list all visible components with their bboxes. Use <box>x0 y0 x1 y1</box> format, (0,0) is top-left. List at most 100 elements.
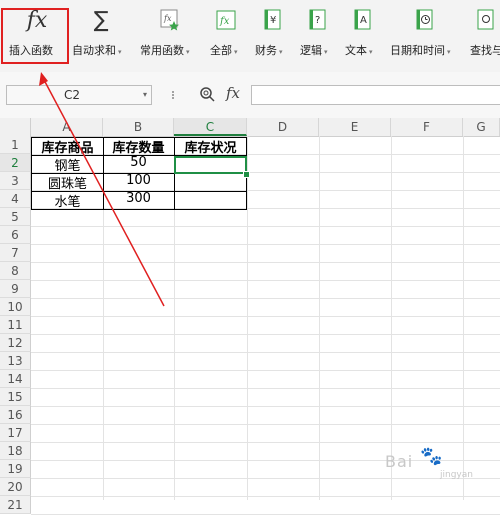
row-header-13[interactable]: 13 <box>0 352 31 370</box>
row-header-5[interactable]: 5 <box>0 208 31 226</box>
cell-a3[interactable]: 圆珠笔 <box>32 173 103 191</box>
grid-row-line <box>31 442 500 443</box>
column-header-c[interactable]: C <box>174 118 247 136</box>
datetime-button[interactable]: 日期和时间 ▾ <box>390 6 460 66</box>
row-header-15[interactable]: 15 <box>0 388 31 406</box>
grid-row-line <box>31 280 500 281</box>
formula-bar: C2 ▾ fx <box>0 72 500 118</box>
row-header-17[interactable]: 17 <box>0 424 31 442</box>
chevron-down-icon[interactable]: ▾ <box>143 86 147 104</box>
a-book-icon: A <box>350 8 374 32</box>
cell-b2[interactable]: 50 <box>103 155 174 173</box>
row-header-14[interactable]: 14 <box>0 370 31 388</box>
yen-book-icon: ¥ <box>260 8 284 32</box>
row-header-2[interactable]: 2 <box>0 154 31 172</box>
column-header-e[interactable]: E <box>319 118 391 136</box>
logic-label: 逻辑 <box>300 44 322 57</box>
logic-button[interactable]: ? 逻辑 ▾ <box>300 6 340 66</box>
svg-text:fx: fx <box>219 16 230 27</box>
svg-text:A: A <box>360 15 367 26</box>
chevron-down-icon: ▾ <box>324 48 328 56</box>
row-header-20[interactable]: 20 <box>0 478 31 496</box>
cell-a4[interactable]: 水笔 <box>32 191 103 209</box>
row-header-4[interactable]: 4 <box>0 190 31 208</box>
column-header-a[interactable]: A <box>31 118 103 136</box>
grid-row-line <box>31 370 500 371</box>
chevron-down-icon: ▾ <box>234 48 238 56</box>
row-header-8[interactable]: 8 <box>0 262 31 280</box>
grid-row-line <box>31 334 500 335</box>
cell-a1[interactable]: 库存商品 <box>32 137 103 155</box>
row-header-7[interactable]: 7 <box>0 244 31 262</box>
svg-text:?: ? <box>315 15 320 26</box>
cell-c3[interactable] <box>174 173 247 191</box>
autosum-button[interactable]: ∑ 自动求和 ▾ <box>72 6 132 66</box>
column-header-g[interactable]: G <box>463 118 500 136</box>
select-all-corner[interactable] <box>0 118 31 136</box>
question-book-icon: ? <box>305 8 329 32</box>
row-header-6[interactable]: 6 <box>0 226 31 244</box>
row-header-9[interactable]: 9 <box>0 280 31 298</box>
active-cell-selection[interactable] <box>174 156 247 174</box>
grid-row-line <box>31 352 500 353</box>
cell-a2[interactable]: 钢笔 <box>32 155 103 173</box>
name-box[interactable]: C2 ▾ <box>6 85 152 105</box>
insert-function-label: 插入函数 <box>9 44 53 57</box>
zoom-icon[interactable] <box>199 86 215 106</box>
column-header-d[interactable]: D <box>247 118 319 136</box>
grid-column-line <box>247 136 248 500</box>
row-header-19[interactable]: 19 <box>0 460 31 478</box>
grid-row-line <box>31 262 500 263</box>
clock-book-icon <box>412 8 436 32</box>
fx-icon[interactable]: fx <box>226 84 240 102</box>
grid-row-line <box>31 244 500 245</box>
grid-column-line <box>463 136 464 500</box>
grid-row-line <box>31 316 500 317</box>
column-header-b[interactable]: B <box>103 118 174 136</box>
text-label: 文本 <box>345 44 367 57</box>
grid-row-line <box>31 478 500 479</box>
grid-column-line <box>391 136 392 500</box>
svg-text:¥: ¥ <box>270 15 276 26</box>
cell-c4[interactable] <box>174 191 247 209</box>
datetime-label: 日期和时间 <box>390 44 445 57</box>
common-functions-label: 常用函数 <box>140 44 184 57</box>
grid-column-line <box>319 136 320 500</box>
cell-c1[interactable]: 库存状况 <box>174 137 247 155</box>
row-header-11[interactable]: 11 <box>0 316 31 334</box>
finance-button[interactable]: ¥ 财务 ▾ <box>255 6 295 66</box>
resize-handle-icon[interactable] <box>170 90 176 102</box>
cell-b4[interactable]: 300 <box>103 191 174 209</box>
lookup-button[interactable]: 查找与 <box>470 6 500 66</box>
grid-row-line <box>31 496 500 497</box>
row-header-12[interactable]: 12 <box>0 334 31 352</box>
sigma-icon: ∑ <box>93 7 109 33</box>
column-header-f[interactable]: F <box>391 118 463 136</box>
fx-small-icon: fx <box>214 8 238 32</box>
row-header-10[interactable]: 10 <box>0 298 31 316</box>
cell-b1[interactable]: 库存数量 <box>103 137 174 155</box>
fx-icon: fx <box>26 7 48 33</box>
common-functions-button[interactable]: fx 常用函数 ▾ <box>140 6 200 66</box>
row-header-3[interactable]: 3 <box>0 172 31 190</box>
cell-b3[interactable]: 100 <box>103 173 174 191</box>
spreadsheet-grid: A B C D E F G 1 2 3 4 5 6 7 8 9 10 11 12 13 14 15 16 17 1… <box>0 118 500 515</box>
row-header-16[interactable]: 16 <box>0 406 31 424</box>
lookup-label: 查找与 <box>470 44 500 57</box>
formula-input[interactable] <box>251 85 500 105</box>
row-header-18[interactable]: 18 <box>0 442 31 460</box>
row-header-1[interactable]: 1 <box>0 136 31 154</box>
row-header-21[interactable]: 21 <box>0 496 31 514</box>
insert-function-button[interactable]: fx 插入函数 <box>6 6 66 66</box>
chevron-down-icon: ▾ <box>447 48 451 56</box>
finance-label: 财务 <box>255 44 277 57</box>
text-button[interactable]: A 文本 ▾ <box>345 6 385 66</box>
fill-handle[interactable] <box>243 171 250 178</box>
svg-text:fx: fx <box>163 14 172 23</box>
grid-row-line <box>31 226 500 227</box>
all-functions-button[interactable]: fx 全部 ▾ <box>210 6 250 66</box>
grid-row-line <box>31 406 500 407</box>
grid-row-line <box>31 298 500 299</box>
lookup-icon <box>473 8 497 32</box>
watermark-text: Bai <box>385 452 414 471</box>
